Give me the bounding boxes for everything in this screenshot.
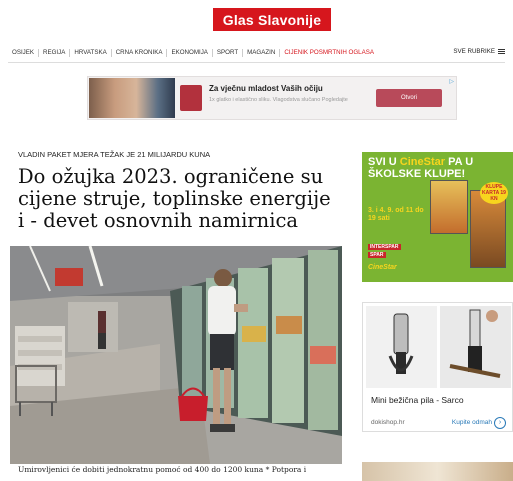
nav-item-cijenik-posmrtnih-oglasa[interactable]: CIJENIK POSMRTNIH OGLASA — [280, 49, 378, 57]
article-hero-image[interactable] — [10, 246, 342, 464]
movie-poster-image — [430, 180, 468, 234]
nav-item-crna-kronika[interactable]: CRNA KRONIKA — [112, 49, 168, 57]
saw-ad-shop: dokishop.hr — [371, 419, 405, 426]
site-logo[interactable]: Glas Slavonije — [213, 8, 331, 31]
nav-item-hrvatska[interactable]: HRVATSKA — [70, 49, 112, 57]
saw-product-image — [366, 306, 437, 388]
ad-text: 1x glatko i elastično sliku. Vlagodstva … — [209, 97, 348, 103]
ad-choices-icon[interactable]: ▷ — [449, 78, 454, 85]
spar-tag: SPAR — [368, 252, 386, 258]
cinestar-ad-headline: SVI U CineStar PA U ŠKOLSKE KLUPE! — [368, 156, 474, 180]
saw-ad[interactable]: Mini bežična pila - Sarco dokishop.hr Ku… — [362, 302, 513, 432]
main-nav: OSIJEK REGIJA HRVATSKA CRNA KRONIKA EKON… — [8, 44, 505, 63]
ad-title: Za vječnu mladost Vaših očiju — [209, 84, 323, 93]
chevron-right-icon[interactable]: › — [494, 417, 506, 429]
buy-now-link[interactable]: Kupite odmah — [452, 419, 492, 426]
ad-product-image — [180, 85, 202, 111]
all-sections-menu[interactable]: SVE RUBRIKE — [453, 48, 505, 55]
nav-item-regija[interactable]: REGIJA — [39, 49, 71, 57]
ad-photo — [89, 78, 175, 118]
nav-item-magazin[interactable]: MAGAZIN — [243, 49, 281, 57]
hamburger-icon — [498, 48, 505, 55]
ad-open-button[interactable]: Otvori — [376, 89, 442, 107]
image-caption: Umirovljenici će dobiti jednokratnu pomo… — [18, 465, 307, 474]
cinestar-ad[interactable]: SVI U CineStar PA U ŠKOLSKE KLUPE! KLUPE… — [362, 152, 513, 282]
interspar-tag: INTERSPAR — [368, 244, 401, 250]
cinestar-logo: CineStar — [368, 264, 397, 271]
nav-item-ekonomija[interactable]: EKONOMIJA — [167, 49, 213, 57]
top-ad-banner[interactable]: Za vječnu mladost Vaših očiju 1x glatko … — [87, 76, 457, 120]
article-kicker: VLADIN PAKET MJERA TEŽAK JE 21 MILIJARDU… — [18, 150, 211, 159]
saw-in-use-image — [440, 306, 511, 388]
saw-ad-title: Mini bežična pila - Sarco — [371, 395, 464, 405]
nav-item-sport[interactable]: SPORT — [213, 49, 244, 57]
nav-item-osijek[interactable]: OSIJEK — [8, 49, 40, 57]
bottom-ad-image[interactable] — [362, 462, 513, 481]
all-sections-label: SVE RUBRIKE — [453, 48, 495, 55]
article-headline[interactable]: Do ožujka 2023. ograničene su cijene str… — [18, 166, 338, 232]
cinestar-ad-dates: 3. i 4. 9. od 11 do 19 sati — [368, 207, 424, 222]
price-badge: KLUPE KARTA 19 KN — [480, 182, 508, 204]
